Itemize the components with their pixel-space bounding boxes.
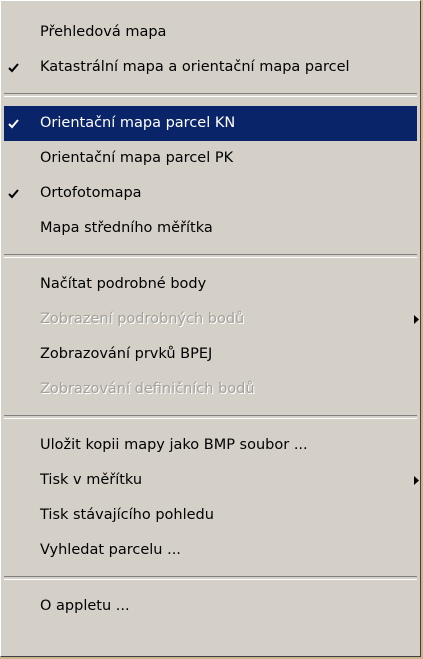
menu-item-zobrazovani-definicnich-bodu: Zobrazování definičních bodů: [4, 372, 417, 407]
menu-separator: [4, 576, 417, 580]
menu-item-prehledova-mapa[interactable]: Přehledová mapa: [4, 15, 417, 50]
menu-item-label: Přehledová mapa: [40, 24, 167, 40]
menu-item-label: Zobrazování definičních bodů: [40, 381, 255, 397]
menu-item-label: Zobrazování prvků BPEJ: [40, 346, 213, 362]
menu-item-vyhledat-parcelu[interactable]: Vyhledat parcelu ...: [4, 533, 417, 568]
submenu-arrow-icon: [411, 302, 419, 337]
menu-item-zobrazeni-podrobnych-bodu: Zobrazení podrobných bodů: [4, 302, 419, 337]
menu-item-label: O appletu ...: [40, 598, 130, 614]
menu-item-label: Vyhledat parcelu ...: [40, 542, 181, 558]
menu-separator: [4, 254, 417, 258]
menu-item-zobrazovani-prvku-bpej[interactable]: Zobrazování prvků BPEJ: [4, 337, 417, 372]
menu-item-label: Mapa středního měřítka: [40, 220, 213, 236]
menu-item-label: Orientační mapa parcel KN: [40, 115, 236, 131]
menu-item-label: Tisk v měřítku: [40, 472, 143, 488]
menu-item-label: Uložit kopii mapy jako BMP soubor ...: [40, 437, 308, 453]
checkmark-icon: [6, 176, 20, 211]
menu-item-tisk-stavajiciho-pohledu[interactable]: Tisk stávajícího pohledu: [4, 498, 417, 533]
menu-item-tisk-v-meritku[interactable]: Tisk v měřítku: [4, 463, 419, 498]
menu-item-label: Načítat podrobné body: [40, 276, 207, 292]
menu-item-orientacni-mapa-parcel-kn[interactable]: Orientační mapa parcel KN: [4, 106, 417, 141]
menu-item-o-appletu[interactable]: O appletu ...: [4, 589, 417, 624]
context-menu: Přehledová mapa Katastrální mapa a orient…: [0, 0, 421, 657]
menu-item-label: Tisk stávajícího pohledu: [40, 507, 214, 523]
submenu-arrow-icon: [411, 463, 419, 498]
menu-item-ortofotomapa[interactable]: Ortofotomapa: [4, 176, 417, 211]
menu-item-label: Zobrazení podrobných bodů: [40, 311, 245, 327]
menu-item-ulozit-kopii-mapy-jako-bmp-soubor[interactable]: Uložit kopii mapy jako BMP soubor ...: [4, 428, 417, 463]
menu-item-katastralni-mapa-a-orientacni-mapa-parcel[interactable]: Katastrální mapa a orientační mapa parce…: [4, 50, 417, 85]
checkmark-icon: [6, 50, 20, 85]
checkmark-icon: [6, 106, 20, 141]
menu-item-nacitat-podrobne-body[interactable]: Načítat podrobné body: [4, 267, 417, 302]
menu-separator: [4, 415, 417, 419]
menu-item-label: Katastrální mapa a orientační mapa parce…: [40, 59, 350, 75]
menu-item-label: Ortofotomapa: [40, 185, 142, 201]
menu-item-label: Orientační mapa parcel PK: [40, 150, 234, 166]
menu-item-mapa-stredniho-meritka[interactable]: Mapa středního měřítka: [4, 211, 417, 246]
menu-item-orientacni-mapa-parcel-pk[interactable]: Orientační mapa parcel PK: [4, 141, 417, 176]
menu-separator: [4, 93, 417, 97]
